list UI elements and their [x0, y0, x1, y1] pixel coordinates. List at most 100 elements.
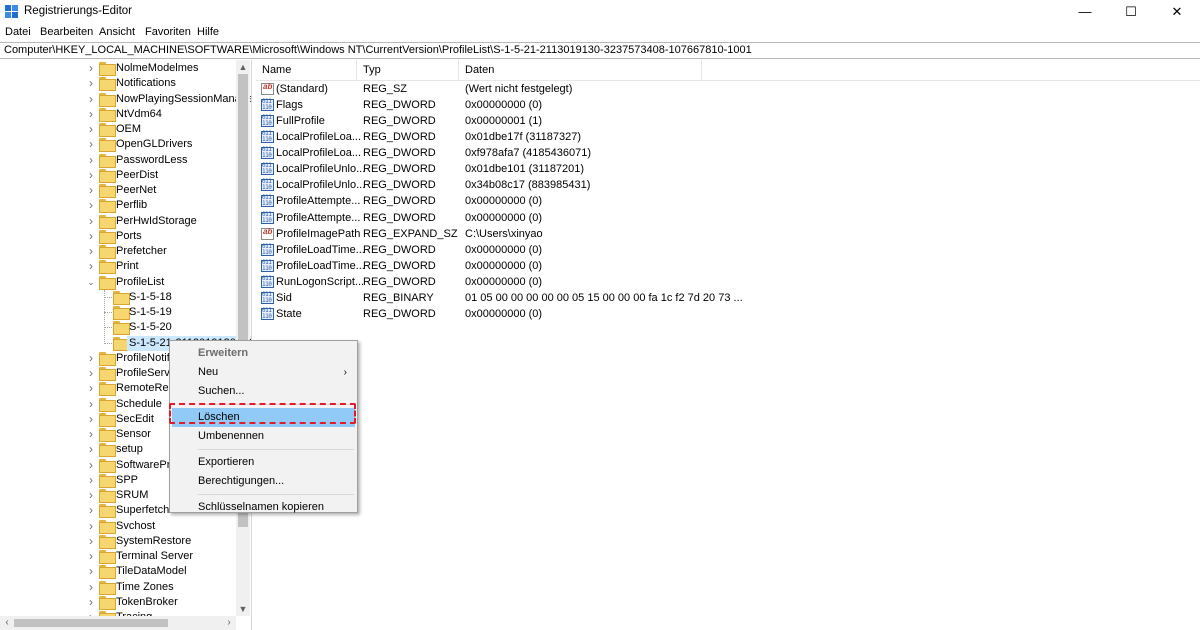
chevron-down-icon[interactable]: ⌄: [86, 275, 96, 290]
tree-horizontal-scrollbar[interactable]: ‹ ›: [0, 616, 236, 630]
chevron-right-icon[interactable]: ›: [86, 153, 96, 168]
menu-bearbeiten[interactable]: Bearbeiten: [40, 26, 93, 38]
chevron-right-icon[interactable]: ›: [86, 183, 96, 198]
tree-item[interactable]: › Ports: [0, 229, 251, 244]
tree-item[interactable]: ⌄ ProfileList: [0, 275, 251, 290]
chevron-right-icon[interactable]: ›: [86, 244, 96, 259]
chevron-right-icon[interactable]: ›: [86, 229, 96, 244]
context-menu-item-neu[interactable]: Neu ›: [172, 363, 355, 382]
value-row[interactable]: ab (Standard) REG_SZ (Wert nicht festgelegt…: [256, 81, 1200, 97]
chevron-right-icon[interactable]: ›: [86, 366, 96, 381]
tree-item[interactable]: › PerHwIdStorage: [0, 214, 251, 229]
chevron-right-icon[interactable]: ›: [86, 397, 96, 412]
value-row[interactable]: 011 110 FullProfile REG_DWORD 0x00000001 (1…: [256, 113, 1200, 129]
scroll-down-arrow-icon[interactable]: ▼: [236, 602, 250, 616]
chevron-right-icon[interactable]: ›: [86, 564, 96, 579]
value-row[interactable]: 011 110 ProfileLoadTime... REG_DWORD 0x0000…: [256, 242, 1200, 258]
tree-vertical-scrollbar[interactable]: ▲ ▼: [236, 60, 250, 616]
value-row[interactable]: ab ProfileImagePath REG_EXPAND_SZ C:\Users\…: [256, 226, 1200, 242]
close-button[interactable]: ✕: [1154, 0, 1200, 24]
menu-ansicht[interactable]: Ansicht: [99, 26, 135, 38]
column-header-name[interactable]: Name: [256, 60, 357, 81]
address-bar[interactable]: Computer\HKEY_LOCAL_MACHINE\SOFTWARE\Mic…: [0, 42, 1200, 59]
value-row[interactable]: 011 110 ProfileAttempte... REG_DWORD 0x0000…: [256, 193, 1200, 209]
value-row[interactable]: 011 110 LocalProfileLoa... REG_DWORD 0xf978…: [256, 145, 1200, 161]
context-menu-item-schlüsselnamen-kopieren[interactable]: Schlüsselnamen kopieren: [172, 498, 355, 517]
context-menu-item-berechtigungen[interactable]: Berechtigungen...: [172, 472, 355, 491]
tree-item[interactable]: › Print: [0, 259, 251, 275]
scroll-left-arrow-icon[interactable]: ‹: [0, 616, 14, 630]
context-menu-item-suchen[interactable]: Suchen...: [172, 382, 355, 401]
tree-item[interactable]: › Time Zones: [0, 580, 251, 595]
minimize-button[interactable]: —: [1062, 0, 1108, 24]
value-row[interactable]: 011 110 State REG_DWORD 0x00000000 (0): [256, 306, 1200, 322]
tree-item-subkey[interactable]: S-1-5-18: [0, 290, 251, 305]
value-row[interactable]: 011 110 RunLogonScript... REG_DWORD 0x00000…: [256, 274, 1200, 290]
tree-item[interactable]: › Perflib: [0, 198, 251, 214]
tree-item[interactable]: › PeerNet: [0, 183, 251, 198]
chevron-right-icon[interactable]: ›: [86, 580, 96, 595]
tree-item[interactable]: › TileDataModel: [0, 564, 251, 580]
value-row[interactable]: 011 110 LocalProfileUnlo... REG_DWORD 0x34b…: [256, 177, 1200, 193]
tree-item-subkey[interactable]: S-1-5-19: [0, 305, 251, 320]
chevron-right-icon[interactable]: ›: [86, 442, 96, 457]
tree-item[interactable]: › OpenGLDrivers: [0, 137, 251, 153]
tree-item[interactable]: › Svchost: [0, 519, 251, 534]
chevron-right-icon[interactable]: ›: [86, 351, 96, 366]
scroll-up-arrow-icon[interactable]: ▲: [236, 60, 250, 74]
chevron-right-icon[interactable]: ›: [86, 107, 96, 122]
chevron-right-icon[interactable]: ›: [86, 488, 96, 503]
value-row[interactable]: 011 110 LocalProfileLoa... REG_DWORD 0x01db…: [256, 129, 1200, 145]
tree-item[interactable]: › Notifications: [0, 76, 251, 92]
tree-item[interactable]: › PeerDist: [0, 168, 251, 183]
chevron-right-icon[interactable]: ›: [86, 595, 96, 610]
chevron-right-icon[interactable]: ›: [86, 198, 96, 213]
scroll-right-arrow-icon[interactable]: ›: [222, 616, 236, 630]
chevron-right-icon[interactable]: ›: [86, 381, 96, 396]
chevron-right-icon[interactable]: ›: [86, 473, 96, 488]
chevron-right-icon[interactable]: ›: [86, 168, 96, 183]
chevron-right-icon[interactable]: ›: [86, 458, 96, 473]
context-menu-item-umbenennen[interactable]: Umbenennen: [172, 427, 355, 446]
value-row[interactable]: 011 110 Sid REG_BINARY 01 05 00 00 00 00 00…: [256, 290, 1200, 306]
chevron-right-icon[interactable]: ›: [86, 61, 96, 76]
menu-datei[interactable]: Datei: [5, 26, 31, 38]
tree-item[interactable]: › NowPlayingSessionManage: [0, 92, 251, 107]
value-row[interactable]: 011 110 LocalProfileUnlo... REG_DWORD 0x01d…: [256, 161, 1200, 177]
column-header-type[interactable]: Typ: [357, 60, 459, 81]
tree-hscroll-thumb[interactable]: [14, 619, 168, 627]
menu-favoriten[interactable]: Favoriten: [145, 26, 191, 38]
chevron-right-icon[interactable]: ›: [86, 549, 96, 564]
context-menu-item-löschen[interactable]: Löschen: [172, 408, 355, 427]
chevron-right-icon[interactable]: ›: [86, 92, 96, 107]
chevron-right-icon[interactable]: ›: [86, 412, 96, 427]
chevron-right-icon[interactable]: ›: [86, 427, 96, 442]
chevron-right-icon[interactable]: ›: [86, 519, 96, 534]
menu-hilfe[interactable]: Hilfe: [197, 26, 219, 38]
maximize-button[interactable]: ☐: [1108, 0, 1154, 24]
value-row[interactable]: 011 110 ProfileAttempte... REG_DWORD 0x0000…: [256, 210, 1200, 226]
tree-item[interactable]: › PasswordLess: [0, 153, 251, 168]
tree-item[interactable]: › OEM: [0, 122, 251, 137]
chevron-right-icon[interactable]: ›: [86, 259, 96, 274]
value-row[interactable]: 011 110 ProfileLoadTime... REG_DWORD 0x0000…: [256, 258, 1200, 274]
tree-item[interactable]: › NolmeModelmes: [0, 61, 251, 76]
tree-item[interactable]: › Prefetcher: [0, 244, 251, 259]
address-path[interactable]: Computer\HKEY_LOCAL_MACHINE\SOFTWARE\Mic…: [4, 44, 752, 56]
chevron-right-icon[interactable]: ›: [86, 137, 96, 152]
chevron-right-icon[interactable]: ›: [86, 534, 96, 549]
tree-item[interactable]: › SystemRestore: [0, 534, 251, 549]
chevron-right-icon[interactable]: ›: [86, 503, 96, 518]
tree-item[interactable]: › TokenBroker: [0, 595, 251, 610]
tree-item[interactable]: › NtVdm64: [0, 107, 251, 122]
chevron-right-icon[interactable]: ›: [86, 214, 96, 229]
column-header-data[interactable]: Daten: [459, 60, 702, 81]
value-row[interactable]: 011 110 Flags REG_DWORD 0x00000000 (0): [256, 97, 1200, 113]
context-menu-item-exportieren[interactable]: Exportieren: [172, 453, 355, 472]
chevron-right-icon[interactable]: ›: [86, 76, 96, 91]
folder-icon: [99, 275, 116, 290]
chevron-right-icon[interactable]: ›: [86, 122, 96, 137]
tree-item-label: Sensor: [116, 428, 151, 440]
tree-item-subkey[interactable]: S-1-5-20: [0, 320, 251, 336]
tree-item[interactable]: › Terminal Server: [0, 549, 251, 564]
